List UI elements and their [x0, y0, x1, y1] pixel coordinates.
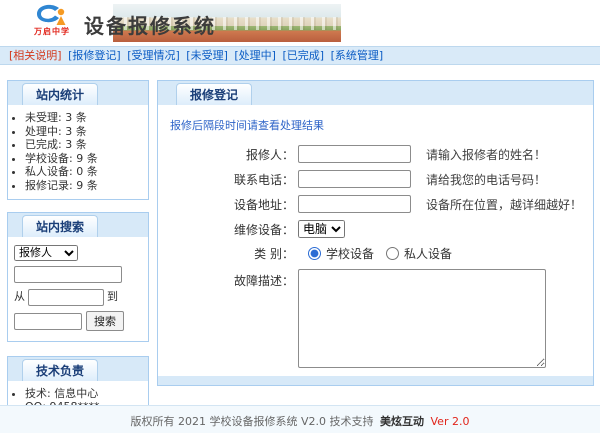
stat-school-devices: 学校设备: 9 条	[25, 152, 148, 166]
nav-link-in-progress[interactable]: [处理中]	[234, 49, 276, 62]
category-school-radio[interactable]	[308, 247, 321, 260]
phone-hint: 请给我您的电话号码！	[426, 171, 546, 188]
description-row: 故障描述：	[168, 269, 583, 368]
stat-private-devices: 私人设备: 0 条	[25, 165, 148, 179]
page: 万启中学 设备报修系统 [相关说明] [报修登记] [受理情况] [未受理] […	[0, 0, 600, 433]
to-label: 到	[107, 290, 118, 303]
search-field-select[interactable]: 报修人	[14, 245, 78, 261]
logo-e-icon	[26, 3, 78, 27]
site-stats-box: 站内统计 未受理: 3 条 处理中: 3 条 已完成: 3 条 学校设备: 9 …	[7, 80, 149, 200]
panel-bottom-strip	[158, 376, 593, 385]
description-label: 故障描述：	[168, 269, 298, 289]
search-from-input[interactable]	[28, 289, 104, 306]
phone-input[interactable]	[298, 170, 411, 188]
footer: 版权所有 2021 学校设备报修系统 V2.0 技术支持 美炫互动 Ver 2.…	[0, 405, 600, 433]
category-row: 类 别： 学校设备 私人设备	[168, 245, 583, 262]
nav-link-system-admin[interactable]: [系统管理]	[331, 49, 384, 62]
phone-row: 联系电话： 请给我您的电话号码！	[168, 170, 583, 188]
reporter-hint: 请输入报修者的姓名！	[426, 146, 546, 163]
logo: 万启中学	[26, 3, 78, 36]
version-text: Ver 2.0	[431, 415, 470, 428]
stat-completed: 已完成: 3 条	[25, 138, 148, 152]
device-select[interactable]: 电脑	[298, 220, 345, 238]
reporter-row: 报修人： 请输入报修者的姓名！	[168, 145, 583, 163]
tech-support-title: 技术负责	[22, 359, 98, 381]
site-stats-tabrow: 站内统计	[8, 81, 148, 105]
address-row: 设备地址： 设备所在位置，越详细越好！	[168, 195, 583, 213]
tech-dept: 技术: 信息中心	[25, 387, 148, 401]
search-action-row: 搜索	[14, 311, 142, 331]
nav-link-repair-register[interactable]: [报修登记]	[68, 49, 121, 62]
search-keyword-input[interactable]	[14, 266, 122, 283]
phone-label: 联系电话：	[168, 171, 298, 188]
nav-link-completed[interactable]: [已完成]	[282, 49, 324, 62]
tech-support-tabrow: 技术负责	[8, 357, 148, 381]
site-stats-title: 站内统计	[22, 83, 98, 105]
search-range-row: 从到	[14, 288, 142, 306]
category-school-label[interactable]: 学校设备	[326, 245, 374, 262]
reporter-input[interactable]	[298, 145, 411, 163]
navbar: [相关说明] [报修登记] [受理情况] [未受理] [处理中] [已完成] […	[0, 46, 600, 65]
address-input[interactable]	[298, 195, 411, 213]
stat-unaccepted: 未受理: 3 条	[25, 111, 148, 125]
repair-register-panel: 报修登记 报修后隔段时间请查看处理结果 报修人： 请输入报修者的姓名！ 联系电话…	[157, 80, 594, 386]
category-private-label[interactable]: 私人设备	[404, 245, 452, 262]
nav-link-unaccepted[interactable]: [未受理]	[186, 49, 228, 62]
repair-notice: 报修后隔段时间请查看处理结果	[170, 117, 583, 133]
address-hint: 设备所在位置，越详细越好！	[426, 196, 582, 213]
category-label: 类 别：	[168, 245, 298, 262]
description-textarea[interactable]	[298, 269, 546, 368]
site-search-body: 报修人 从到 搜索	[8, 237, 148, 341]
category-radio-group: 学校设备 私人设备	[298, 245, 452, 262]
category-private-radio[interactable]	[386, 247, 399, 260]
search-button[interactable]: 搜索	[86, 311, 124, 331]
page-title: 设备报修系统	[84, 10, 216, 39]
header: 万启中学 设备报修系统	[0, 0, 600, 45]
site-stats-list: 未受理: 3 条 处理中: 3 条 已完成: 3 条 学校设备: 9 条 私人设…	[8, 111, 148, 192]
stat-repair-records: 报修记录: 9 条	[25, 179, 148, 193]
address-label: 设备地址：	[168, 196, 298, 213]
device-label: 维修设备：	[168, 221, 298, 238]
site-search-title: 站内搜索	[22, 215, 98, 237]
repair-register-tab: 报修登记	[176, 83, 252, 105]
nav-link-instructions[interactable]: [相关说明]	[9, 49, 62, 62]
nav-link-acceptance-status[interactable]: [受理情况]	[127, 49, 180, 62]
search-to-input[interactable]	[14, 313, 82, 330]
repair-register-body: 报修后隔段时间请查看处理结果 报修人： 请输入报修者的姓名！ 联系电话： 请给我…	[158, 105, 593, 376]
repair-register-tabrow: 报修登记	[158, 81, 593, 105]
vendor-name: 美炫互动	[380, 415, 424, 428]
copyright-text: 版权所有 2021 学校设备报修系统 V2.0 技术支持	[131, 415, 374, 428]
site-search-tabrow: 站内搜索	[8, 213, 148, 237]
stat-in-progress: 处理中: 3 条	[25, 125, 148, 139]
from-label: 从	[14, 290, 25, 303]
device-row: 维修设备： 电脑	[168, 220, 583, 238]
site-search-box: 站内搜索 报修人 从到 搜索	[7, 212, 149, 342]
reporter-label: 报修人：	[168, 146, 298, 163]
sidebar: 站内统计 未受理: 3 条 处理中: 3 条 已完成: 3 条 学校设备: 9 …	[7, 80, 149, 433]
logo-school-name: 万启中学	[26, 27, 78, 36]
